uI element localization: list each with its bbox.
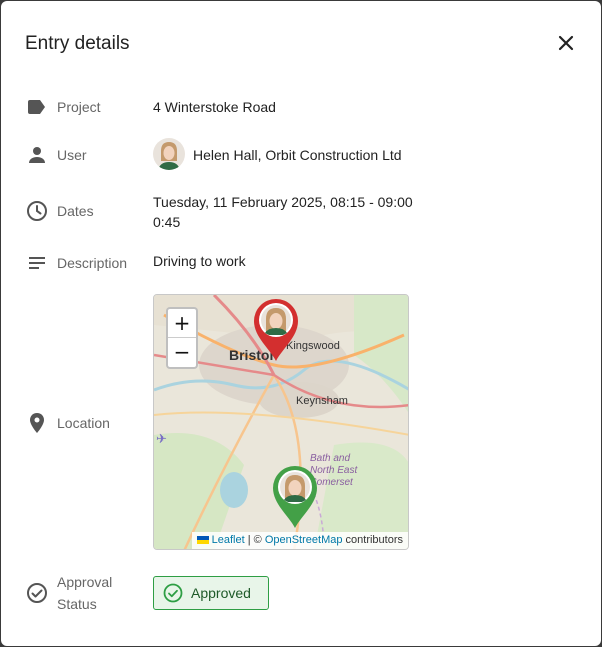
user-value: Helen Hall, Orbit Construction Ltd: [193, 147, 402, 163]
leaflet-link[interactable]: Leaflet: [212, 534, 245, 546]
location-pin-icon: [25, 411, 49, 435]
map-label-bath-1: Bath and: [310, 453, 351, 464]
zoom-out-button[interactable]: −: [168, 338, 196, 367]
end-location-marker[interactable]: [271, 464, 319, 535]
status-badge: Approved: [153, 576, 269, 610]
clock-icon: [25, 199, 49, 223]
tag-icon: [25, 95, 49, 119]
location-label: Location: [57, 415, 110, 431]
user-label: User: [57, 147, 87, 163]
attribution-contributors: contributors: [342, 534, 403, 546]
attribution-separator: | ©: [244, 534, 265, 546]
project-value: 4 Winterstoke Road: [153, 99, 276, 115]
dates-label: Dates: [57, 203, 94, 219]
map-attribution: Leaflet | © OpenStreetMap contributors: [191, 532, 408, 549]
approval-label-line2: Status: [57, 596, 97, 612]
dialog-title: Entry details: [25, 33, 130, 54]
ukraine-flag-icon: [196, 536, 209, 545]
map-label-keynsham: Keynsham: [296, 395, 348, 407]
approval-label-line1: Approval: [57, 574, 113, 590]
airport-icon: ✈: [156, 431, 167, 446]
start-location-marker[interactable]: [252, 297, 300, 368]
zoom-control: + −: [166, 307, 198, 369]
avatar: [153, 138, 185, 170]
check-circle-icon: [25, 581, 49, 605]
person-icon: [25, 143, 49, 167]
notes-icon: [25, 251, 49, 275]
zoom-in-button[interactable]: +: [168, 309, 196, 338]
description-value: Driving to work: [153, 253, 246, 269]
location-map[interactable]: Bristol Kingswood Keynsham Bath and Nort…: [153, 294, 409, 550]
dates-duration: 0:45: [153, 214, 181, 230]
dates-range: Tuesday, 11 February 2025, 08:15 - 09:00: [153, 194, 413, 210]
description-label: Description: [57, 255, 128, 271]
status-badge-label: Approved: [191, 585, 251, 601]
entry-details-dialog: Entry details Project 4 Winterstoke Road…: [1, 1, 601, 646]
project-label: Project: [57, 99, 101, 115]
approved-check-icon: [163, 583, 183, 608]
close-icon[interactable]: [554, 31, 578, 55]
openstreetmap-link[interactable]: OpenStreetMap: [265, 534, 343, 546]
